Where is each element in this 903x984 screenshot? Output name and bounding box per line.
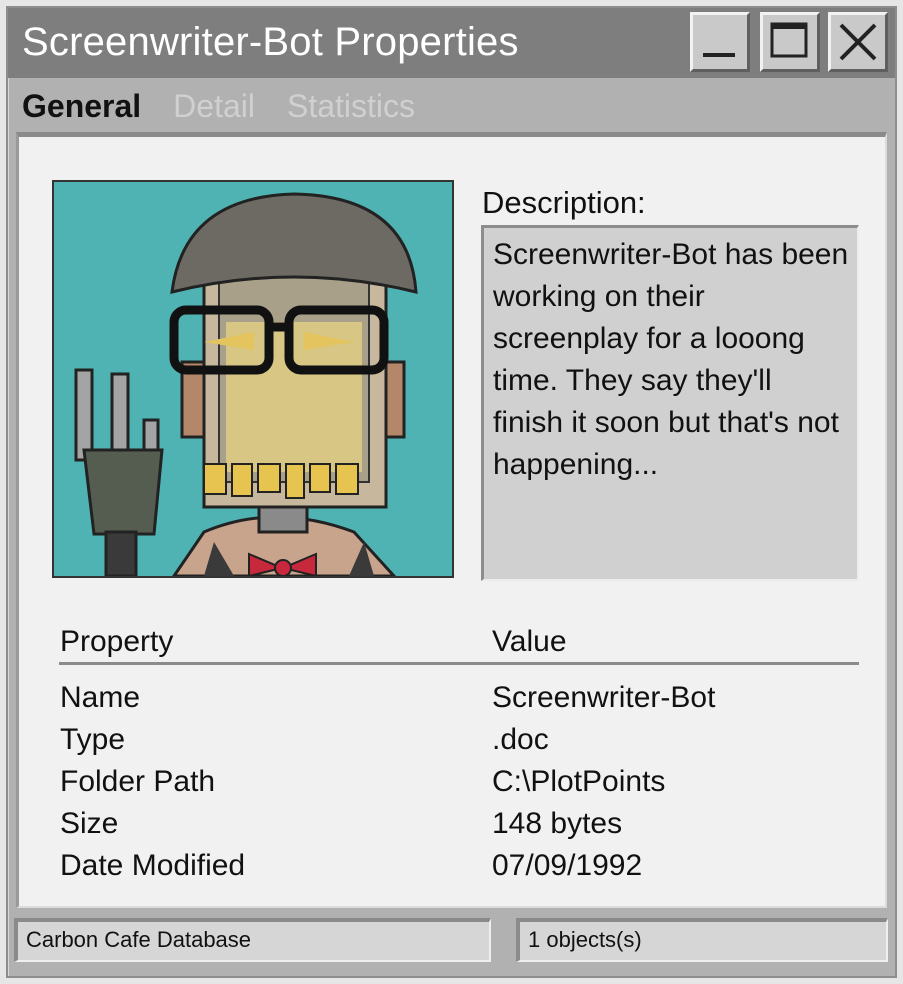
title-bar[interactable]: Screenwriter-Bot Properties — [8, 8, 895, 78]
header-property: Property — [60, 625, 174, 658]
robot-portrait-image — [52, 180, 454, 578]
table-row: Date Modified 07/09/1992 — [59, 849, 859, 891]
properties-header: Property Value — [59, 621, 859, 665]
table-row: Name Screenwriter-Bot — [59, 681, 859, 723]
minimize-icon — [703, 53, 735, 57]
robot-illustration — [54, 182, 452, 576]
property-name: Folder Path — [60, 765, 216, 798]
property-name: Size — [60, 807, 119, 840]
properties-table: Property Value Name Screenwriter-Bot Typ… — [59, 621, 859, 891]
properties-window: Screenwriter-Bot Properties General Deta… — [6, 6, 897, 978]
maximize-icon — [770, 22, 808, 58]
tab-bar: General Detail Statistics — [22, 84, 415, 128]
property-name: Type — [60, 723, 126, 756]
property-name: Name — [60, 681, 141, 714]
description-label: Description: — [482, 185, 646, 220]
tab-statistics[interactable]: Statistics — [287, 88, 415, 125]
table-row: Type .doc — [59, 723, 859, 765]
table-row: Folder Path C:\PlotPoints — [59, 765, 859, 807]
property-value: 07/09/1992 — [492, 849, 643, 882]
header-value: Value — [492, 625, 567, 658]
description-textbox[interactable]: Screenwriter-Bot has been working on the… — [481, 225, 859, 581]
table-row: Size 148 bytes — [59, 807, 859, 849]
property-value: Screenwriter-Bot — [492, 681, 716, 714]
status-database: Carbon Cafe Database — [14, 918, 491, 962]
tab-general[interactable]: General — [22, 88, 141, 125]
close-button[interactable] — [828, 12, 888, 72]
general-panel: Description: Screenwriter-Bot has been w… — [16, 132, 887, 908]
window-title: Screenwriter-Bot Properties — [22, 20, 519, 64]
property-value: .doc — [492, 723, 549, 756]
property-value: 148 bytes — [492, 807, 623, 840]
status-object-count: 1 objects(s) — [516, 918, 888, 962]
close-icon — [839, 23, 877, 61]
property-name: Date Modified — [60, 849, 246, 882]
maximize-button[interactable] — [760, 12, 820, 72]
minimize-button[interactable] — [690, 12, 750, 72]
property-value: C:\PlotPoints — [492, 765, 666, 798]
tab-detail[interactable]: Detail — [173, 88, 255, 125]
